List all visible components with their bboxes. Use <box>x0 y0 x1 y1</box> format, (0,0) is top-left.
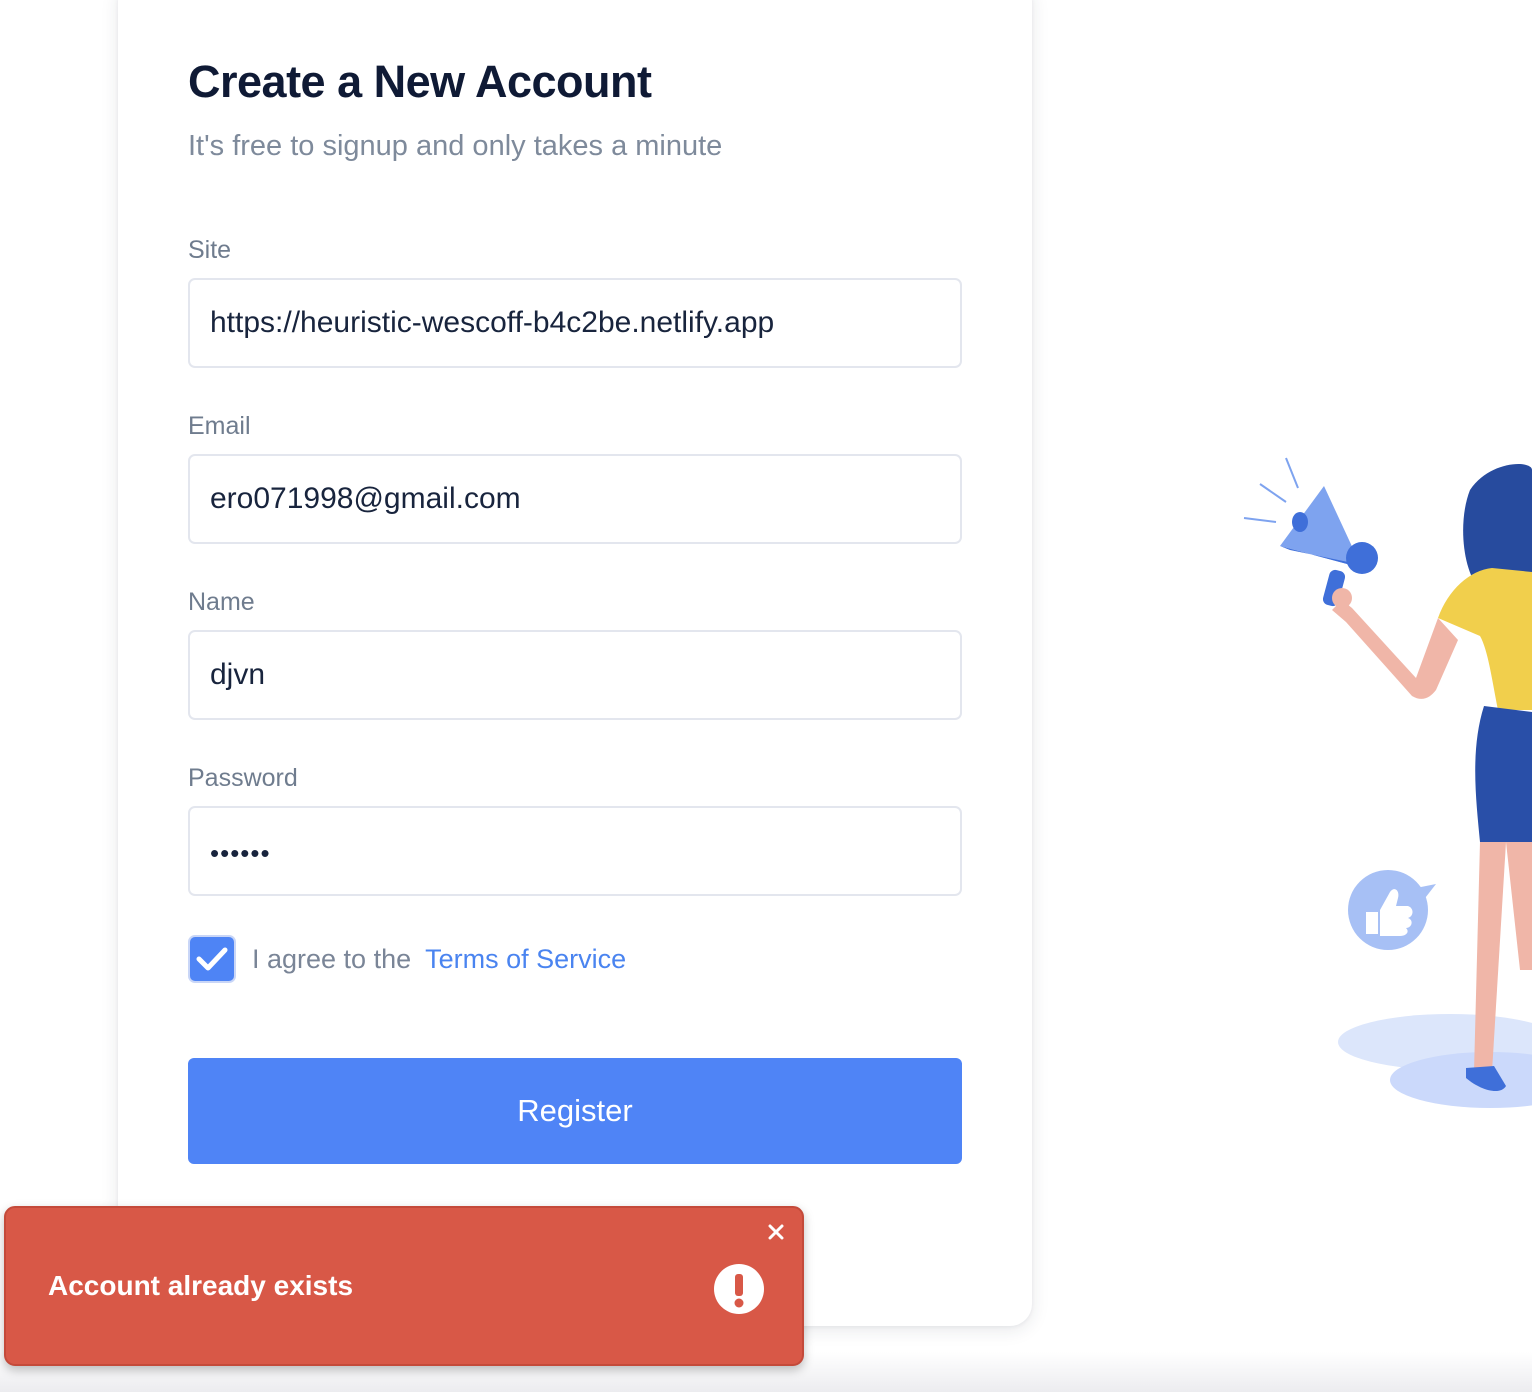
email-label: Email <box>188 412 251 440</box>
page-subtitle: It's free to signup and only takes a min… <box>188 130 723 162</box>
megaphone-icon <box>1243 457 1378 607</box>
exclamation-icon <box>714 1264 764 1314</box>
email-input[interactable]: ero071998@gmail.com <box>188 454 962 544</box>
agree-text: I agree to the <box>252 943 412 974</box>
toast-message: Account already exists <box>48 1270 354 1301</box>
thumbs-up-icon <box>1348 870 1436 950</box>
password-input-value: •••••• <box>210 837 271 868</box>
close-icon[interactable] <box>764 1220 788 1244</box>
terms-of-service-link[interactable]: Terms of Service <box>425 944 626 975</box>
page-title: Create a New Account <box>188 56 652 107</box>
email-input-value: ero071998@gmail.com <box>210 482 521 515</box>
signup-page: Create a New Account It's free to signup… <box>0 0 1532 1392</box>
register-button[interactable]: Register <box>188 1058 962 1164</box>
site-input[interactable]: https://heuristic-wescoff-b4c2be.netlify… <box>188 278 962 368</box>
name-input[interactable]: djvn <box>188 630 962 720</box>
site-input-value: https://heuristic-wescoff-b4c2be.netlify… <box>210 306 775 339</box>
name-input-value: djvn <box>210 658 266 691</box>
site-label: Site <box>188 236 232 264</box>
terms-agreement: I agree to the Terms of Service <box>188 934 626 984</box>
checkmark-icon <box>196 947 228 971</box>
terms-checkbox[interactable] <box>188 935 236 983</box>
error-toast: Account already exists <box>4 1206 804 1366</box>
password-input[interactable]: •••••• <box>188 806 962 896</box>
name-label: Name <box>188 588 255 616</box>
password-label: Password <box>188 764 298 792</box>
promo-illustration <box>1243 457 1532 1108</box>
